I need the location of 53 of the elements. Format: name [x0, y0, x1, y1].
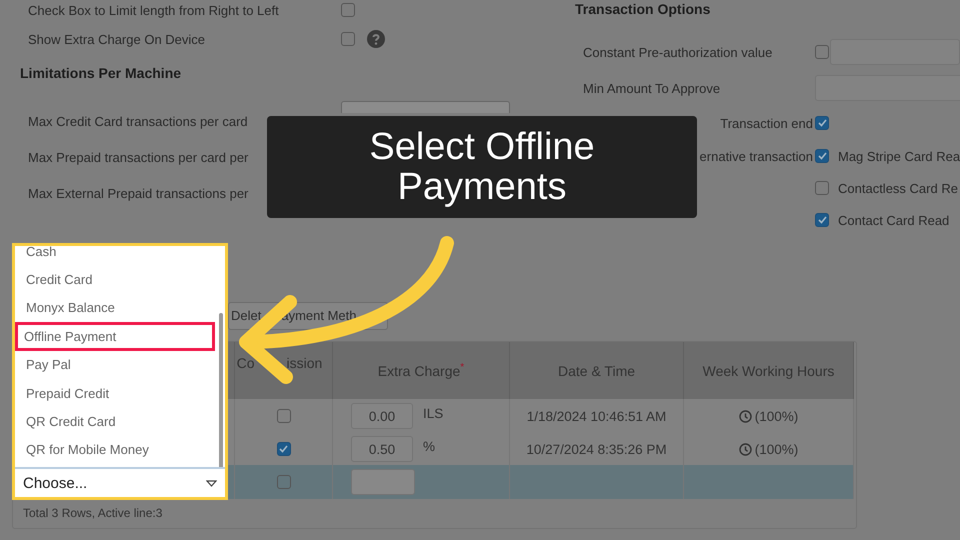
dropdown-option[interactable]: Cash — [18, 237, 215, 266]
checkbox[interactable] — [815, 45, 829, 59]
option-label: Contact Card Read — [838, 212, 950, 228]
checkbox[interactable] — [341, 3, 355, 17]
limit-label: Max Credit Card transactions per card — [28, 114, 249, 128]
caret-icon — [206, 480, 217, 486]
instruction-text: Select Offline Payments — [368, 127, 596, 207]
scrollbar-thumb[interactable] — [219, 313, 223, 467]
option-label: Transaction end — [720, 116, 813, 130]
checkmark-icon — [279, 445, 288, 453]
dropdown-option[interactable]: QR for Mobile Money — [18, 436, 215, 464]
option-label: Min Amount To Approve — [583, 80, 722, 96]
checkbox[interactable] — [276, 475, 290, 489]
checkmark-icon — [818, 119, 826, 127]
section-heading: Limitations Per Machine — [20, 65, 182, 81]
option-label: Mag Stripe Card Rea — [838, 148, 960, 164]
dropdown-option[interactable]: QR Credit Card — [18, 407, 215, 436]
checkbox[interactable] — [815, 116, 829, 130]
limit-label: Max External Prepaid transactions per — [28, 186, 250, 200]
checkbox[interactable] — [815, 149, 829, 163]
setting-label: Check Box to Limit length from Right to Left — [28, 2, 280, 18]
option-label: ernative transaction — [700, 148, 813, 164]
checkbox[interactable] — [341, 32, 355, 46]
clock-icon — [738, 410, 752, 422]
checkbox[interactable] — [815, 181, 829, 195]
setting-label: Show Extra Charge On Device — [28, 32, 206, 46]
limit-field[interactable] — [341, 101, 510, 113]
dropdown-option[interactable]: Offline Payment — [15, 322, 215, 351]
row-count-text: Total 3 Rows, Active line:3 — [22, 505, 164, 522]
extra-charge-field[interactable] — [351, 469, 415, 495]
working-hours-text: (100%) — [754, 442, 798, 456]
dropdown-option[interactable]: Pay Pal — [18, 350, 215, 379]
dropdown-option[interactable]: Monyx Balance — [18, 294, 215, 322]
unit-label: % — [423, 438, 436, 454]
checkbox[interactable] — [276, 442, 290, 456]
extra-charge-field[interactable]: 0.00 — [351, 403, 413, 429]
help-icon[interactable] — [367, 30, 385, 48]
clock-icon — [738, 442, 752, 456]
value-field[interactable] — [830, 39, 960, 65]
extra-charge-field[interactable]: 0.50 — [351, 436, 413, 462]
limit-label: Max Prepaid transactions per card per — [28, 150, 250, 164]
dropdown-option[interactable]: Prepaid Credit — [18, 378, 215, 408]
checkmark-icon — [818, 216, 826, 224]
unit-label: ILS — [423, 406, 444, 420]
checkbox[interactable] — [276, 409, 290, 423]
dropdown-option[interactable]: Credit Card — [18, 265, 215, 294]
checkbox[interactable] — [815, 213, 829, 227]
option-label: Contactless Card Re — [838, 180, 958, 196]
working-hours-text: (100%) — [754, 408, 798, 424]
option-label: Constant Pre-authorization value — [583, 44, 774, 60]
section-heading: Transaction Options — [575, 1, 710, 17]
payment-method-select[interactable]: Choose... — [15, 467, 225, 497]
checkmark-icon — [818, 152, 826, 160]
